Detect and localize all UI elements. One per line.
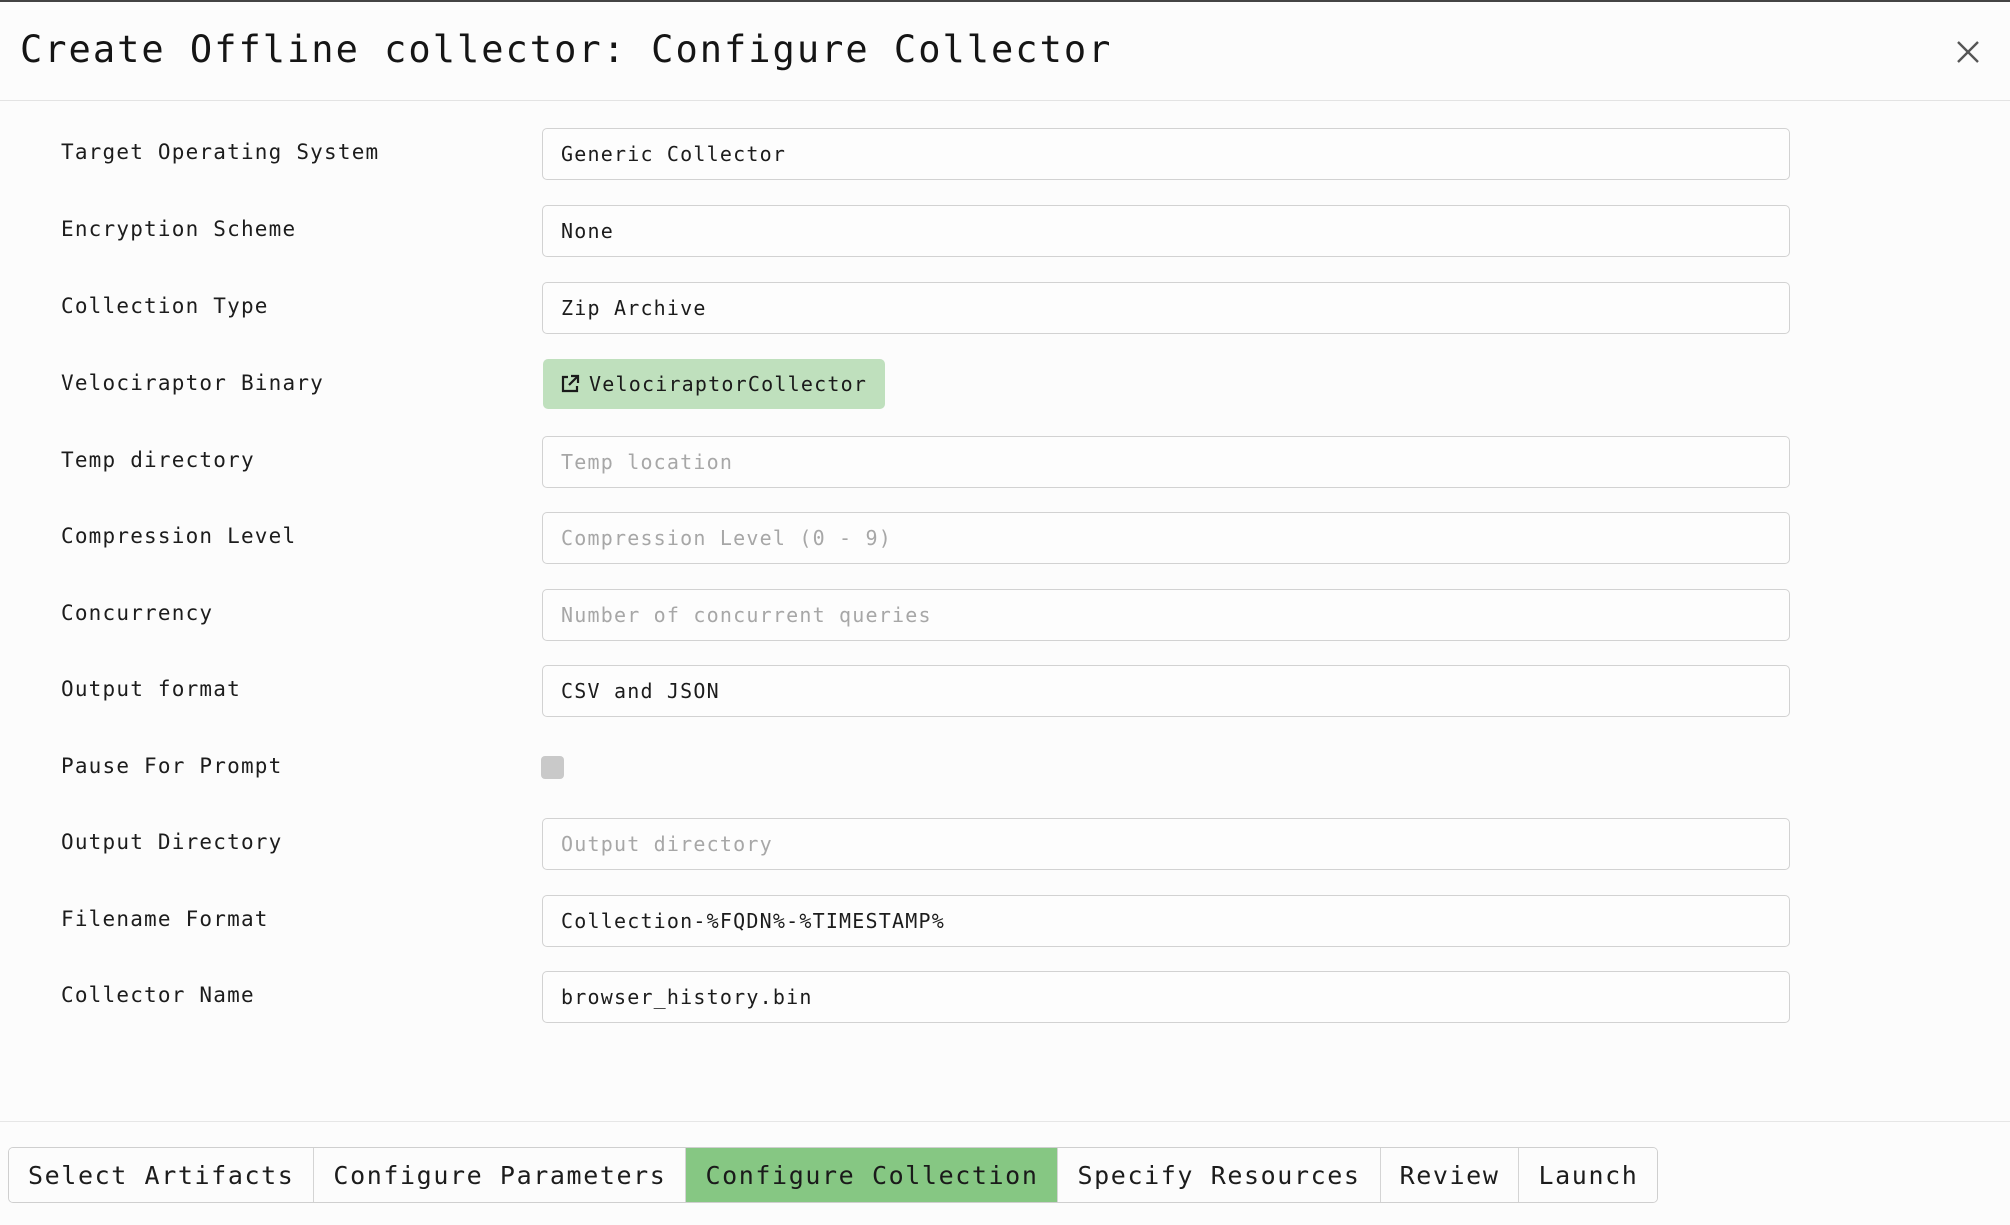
step-review[interactable]: Review: [1380, 1148, 1520, 1202]
dialog-title: Create Offline collector: Configure Coll…: [20, 28, 1113, 71]
compression-input[interactable]: Compression Level (0 - 9): [542, 512, 1790, 564]
pause-prompt-checkbox[interactable]: [541, 756, 564, 779]
target-os-select[interactable]: Generic Collector: [542, 128, 1790, 180]
target-os-label: Target Operating System: [61, 140, 380, 164]
compression-label: Compression Level: [61, 524, 297, 548]
collection-type-label: Collection Type: [61, 294, 269, 318]
row-concurrency: Concurrency Number of concurrent queries: [0, 589, 2010, 641]
wizard-steps: Select Artifacts Configure Parameters Co…: [8, 1147, 1659, 1203]
row-encryption: Encryption Scheme None: [0, 205, 2010, 257]
concurrency-input[interactable]: Number of concurrent queries: [542, 589, 1790, 641]
row-target-os: Target Operating System Generic Collecto…: [0, 128, 2010, 180]
output-format-label: Output format: [61, 677, 241, 701]
row-output-dir: Output Directory Output directory: [0, 818, 2010, 870]
close-icon[interactable]: [1952, 36, 1984, 68]
step-configure-parameters[interactable]: Configure Parameters: [314, 1148, 687, 1202]
temp-dir-label: Temp directory: [61, 448, 255, 472]
external-link-icon: [559, 373, 581, 395]
step-specify-resources[interactable]: Specify Resources: [1058, 1148, 1381, 1202]
pause-prompt-label: Pause For Prompt: [61, 754, 283, 778]
offline-collector-dialog: Create Offline collector: Configure Coll…: [0, 0, 2010, 1225]
row-pause-prompt: Pause For Prompt: [0, 742, 2010, 794]
encryption-select[interactable]: None: [542, 205, 1790, 257]
row-compression: Compression Level Compression Level (0 -…: [0, 512, 2010, 564]
row-collector-name: Collector Name browser_history.bin: [0, 971, 2010, 1023]
temp-dir-input[interactable]: Temp location: [542, 436, 1790, 488]
binary-label: Velociraptor Binary: [61, 371, 325, 395]
step-configure-collection[interactable]: Configure Collection: [686, 1148, 1059, 1202]
output-dir-label: Output Directory: [61, 830, 283, 854]
row-output-format: Output format CSV and JSON: [0, 665, 2010, 717]
step-launch[interactable]: Launch: [1519, 1148, 1658, 1202]
footer-divider: [0, 1121, 2010, 1122]
row-temp-dir: Temp directory Temp location: [0, 436, 2010, 488]
dialog-header: Create Offline collector: Configure Coll…: [0, 2, 2010, 101]
row-binary: Velociraptor Binary VelociraptorCollecto…: [0, 359, 2010, 411]
collection-type-select[interactable]: Zip Archive: [542, 282, 1790, 334]
filename-format-input[interactable]: Collection-%FQDN%-%TIMESTAMP%: [542, 895, 1790, 947]
concurrency-label: Concurrency: [61, 601, 214, 625]
output-format-select[interactable]: CSV and JSON: [542, 665, 1790, 717]
collector-name-label: Collector Name: [61, 983, 255, 1007]
velociraptor-binary-button[interactable]: VelociraptorCollector: [543, 359, 886, 409]
output-dir-input[interactable]: Output directory: [542, 818, 1790, 870]
filename-format-label: Filename Format: [61, 907, 269, 931]
binary-button-label: VelociraptorCollector: [589, 372, 868, 396]
encryption-label: Encryption Scheme: [61, 217, 297, 241]
collector-name-input[interactable]: browser_history.bin: [542, 971, 1790, 1023]
row-filename-format: Filename Format Collection-%FQDN%-%TIMES…: [0, 895, 2010, 947]
row-collection-type: Collection Type Zip Archive: [0, 282, 2010, 334]
step-select-artifacts[interactable]: Select Artifacts: [9, 1148, 315, 1202]
